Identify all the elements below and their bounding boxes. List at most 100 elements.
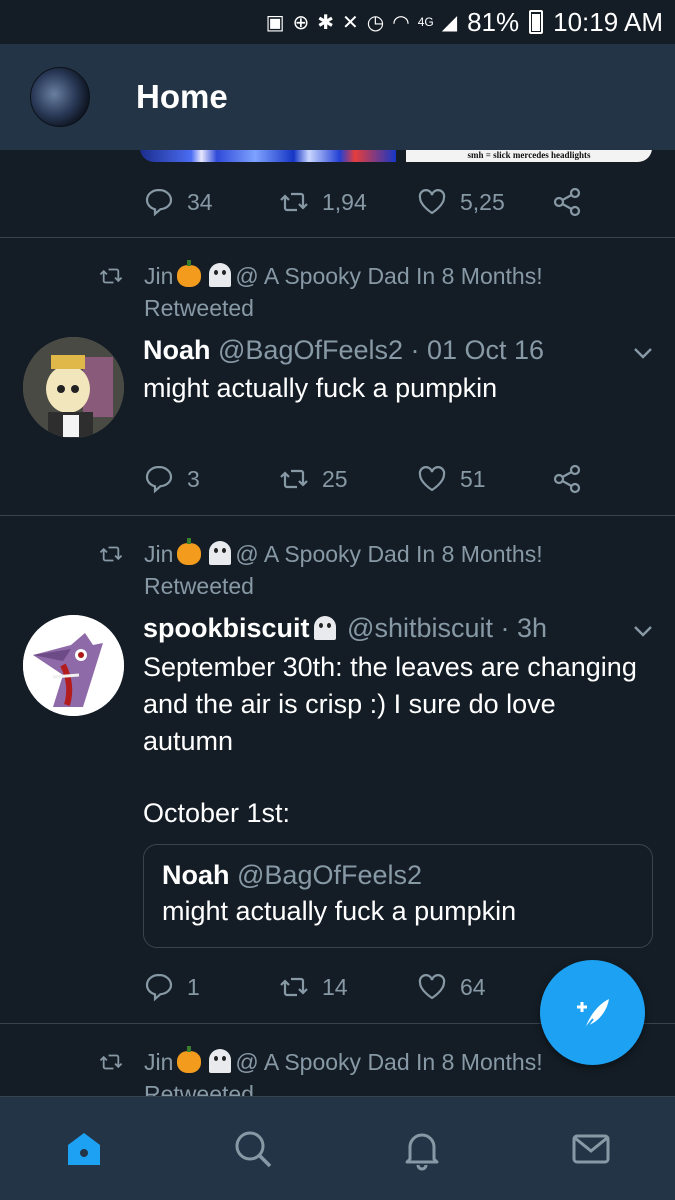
tweet-text-line: and the air is crisp :) I sure do love [143, 689, 556, 719]
retweet-context[interactable]: Jin @ A Spooky Dad In 8 Months! Retweeted [98, 260, 604, 324]
ghost-emoji-icon [209, 541, 232, 565]
like-button[interactable]: 51 [416, 463, 551, 495]
media-caption: smh = slick mercedes headlights [467, 150, 591, 160]
tweet-text-line: autumn [143, 726, 234, 756]
retweet-button[interactable]: 25 [278, 463, 416, 495]
tweet-text-line: September 30th: the leaves are changing [143, 652, 637, 682]
reply-count: 1 [187, 973, 200, 1000]
avatar-illustration [23, 615, 124, 716]
retweet-button[interactable]: 1,94 [278, 186, 416, 218]
heart-icon [418, 974, 446, 1000]
tweet-actions: 1 14 64 [143, 971, 551, 1003]
nav-home[interactable] [54, 1119, 114, 1179]
reply-icon [145, 973, 173, 1002]
retweet-icon [280, 469, 308, 489]
retweet-context[interactable]: Jin @ A Spooky Dad In 8 Months! Retweeted [98, 1046, 604, 1096]
top-app-bar: Home [0, 44, 675, 150]
reply-icon [145, 188, 173, 217]
quoted-tweet-text: might actually fuck a pumpkin [162, 896, 517, 926]
share-icon [553, 187, 581, 217]
retweet-icon [99, 546, 123, 562]
pumpkin-emoji-icon [177, 538, 202, 565]
nav-search[interactable] [223, 1119, 283, 1179]
ghost-emoji-icon [313, 616, 336, 640]
tweet-header: spookbiscuit @shitbiscuit · 3h [143, 610, 547, 646]
bottom-navigation [0, 1096, 675, 1200]
share-button[interactable] [551, 186, 583, 218]
retweet-count: 25 [322, 465, 348, 492]
retweeter-name-suffix: @ A Spooky Dad In 8 Months! [235, 541, 543, 567]
quoted-handle: @BagOfFeels2 [237, 860, 423, 890]
timeline[interactable]: smh = slick mercedes headlights 34 1,94 … [0, 150, 675, 1096]
heart-icon [418, 466, 446, 492]
divider [0, 237, 675, 238]
chevron-down-icon [634, 626, 652, 637]
quoted-tweet[interactable]: Noah @BagOfFeels2 might actually fuck a … [143, 844, 653, 948]
like-button[interactable]: 5,25 [416, 186, 551, 218]
mute-icon: ✕ [342, 11, 359, 34]
share-button[interactable] [551, 463, 583, 495]
retweet-count: 14 [322, 973, 348, 1000]
profile-avatar[interactable] [30, 67, 90, 127]
media-image-left[interactable] [140, 150, 396, 162]
heart-icon [418, 189, 446, 215]
retweeter-name-suffix: @ A Spooky Dad In 8 Months! [235, 1049, 543, 1075]
clock: 10:19 AM [553, 6, 663, 37]
signal-icon: ◢ [441, 11, 458, 34]
tweet-actions: 3 25 51 [143, 463, 583, 495]
data-saver-icon: ⊕ [292, 11, 310, 34]
display-name[interactable]: Noah [143, 335, 211, 365]
retweeted-label: Retweeted [144, 295, 254, 321]
tweet-header: Noah @BagOfFeels2 · 01 Oct 16 [143, 332, 544, 368]
battery-icon [529, 10, 544, 34]
tweet-menu-button[interactable] [630, 340, 656, 366]
avatar-illustration [23, 337, 124, 438]
retweet-icon [99, 1054, 123, 1070]
reply-button[interactable]: 1 [143, 971, 278, 1003]
retweet-icon [280, 977, 308, 997]
retweeter-name-suffix: @ A Spooky Dad In 8 Months! [235, 263, 543, 289]
reply-button[interactable]: 34 [143, 186, 278, 218]
handle-and-time[interactable]: @shitbiscuit · 3h [347, 613, 547, 643]
ghost-emoji-icon [209, 1049, 232, 1073]
avatar[interactable] [23, 615, 124, 716]
tweet-text: September 30th: the leaves are changing … [143, 649, 658, 832]
handle-and-time[interactable]: @BagOfFeels2 · 01 Oct 16 [218, 335, 544, 365]
quoted-tweet-header: Noah @BagOfFeels2 [162, 857, 634, 893]
retweet-icon [99, 268, 123, 284]
tweet-text: might actually fuck a pumpkin [143, 373, 498, 403]
tweet-media[interactable]: smh = slick mercedes headlights [140, 150, 652, 162]
status-bar: ▣ ⊕ ✱ ✕ ◷ ◠ 4G ◢ 81% 10:19 AM [0, 0, 675, 44]
media-image-right[interactable]: smh = slick mercedes headlights [406, 150, 652, 162]
ghost-emoji-icon [209, 263, 232, 287]
network-type: 4G [417, 15, 434, 29]
retweeter-name: Jin [144, 541, 174, 567]
display-name[interactable]: spookbiscuit [143, 613, 310, 643]
nav-notifications[interactable] [392, 1119, 452, 1179]
pumpkin-emoji-icon [177, 260, 202, 287]
retweet-button[interactable]: 14 [278, 971, 416, 1003]
quoted-display-name: Noah [162, 860, 230, 890]
like-count: 5,25 [460, 188, 505, 215]
chevron-down-icon [634, 348, 652, 359]
divider [0, 515, 675, 516]
tweet-menu-button[interactable] [630, 618, 656, 644]
retweet-context[interactable]: Jin @ A Spooky Dad In 8 Months! Retweeted [98, 538, 604, 602]
compose-tweet-icon [576, 998, 609, 1030]
nav-messages[interactable] [561, 1119, 621, 1179]
reply-button[interactable]: 3 [143, 463, 278, 495]
wifi-icon: ◠ [392, 11, 410, 34]
retweeter-name: Jin [144, 263, 174, 289]
reply-count: 34 [187, 188, 213, 215]
like-count: 64 [460, 973, 486, 1000]
notifications-icon [405, 1133, 439, 1170]
reply-count: 3 [187, 465, 200, 492]
messages-icon [572, 1134, 610, 1163]
alarm-icon: ◷ [366, 11, 385, 34]
like-button[interactable]: 64 [416, 971, 551, 1003]
compose-tweet-button[interactable] [540, 960, 645, 1065]
reply-icon [145, 465, 173, 494]
retweeted-label: Retweeted [144, 573, 254, 599]
avatar[interactable] [23, 337, 124, 438]
sim-icon: ▣ [265, 11, 285, 34]
